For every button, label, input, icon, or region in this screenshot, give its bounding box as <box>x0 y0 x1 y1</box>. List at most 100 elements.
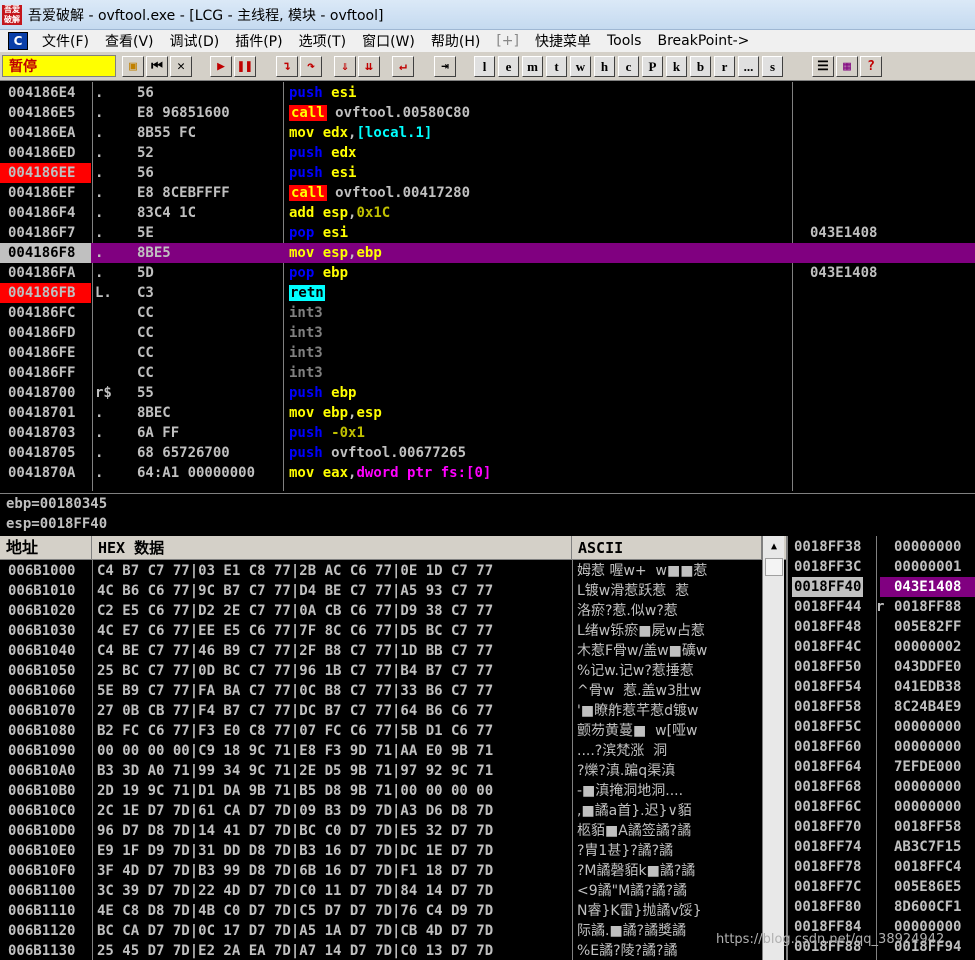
run-trace-window-button[interactable]: ... <box>738 56 759 77</box>
dump-row[interactable]: 006B1050 25 BC C7 77|0D BC C7 77|96 1B C7… <box>0 661 762 681</box>
menu-shortcut[interactable]: 快捷菜单 <box>527 31 599 51</box>
hex-dump-pane[interactable]: 地址 HEX 数据 ASCII ▲ 006B1000 C4 B7 C7 77|03… <box>0 536 786 960</box>
menu-debug[interactable]: 调试(D) <box>162 31 228 51</box>
dump-row[interactable]: 006B1040 C4 BE C7 77|46 B9 C7 77|2F B8 C7… <box>0 641 762 661</box>
stack-row[interactable]: 0018FF58 8C24B4E9 <box>788 697 975 717</box>
disasm-row[interactable]: 00418703. 6A FF push -0x1 <box>0 423 975 443</box>
stack-row[interactable]: 0018FF54 041EDB38 <box>788 677 975 697</box>
stack-row[interactable]: 0018FF70 0018FF58 <box>788 817 975 837</box>
disasm-row[interactable]: 004186EF. E8 8CEBFFFF call ovftool.0041728… <box>0 183 975 203</box>
app-icon[interactable]: 吾爱破解 <box>2 4 22 25</box>
dump-row[interactable]: 006B1070 27 0B CB 77|F4 B7 C7 77|DC B7 C7… <box>0 701 762 721</box>
menu-options[interactable]: 选项(T) <box>291 31 354 51</box>
disasm-row[interactable]: 00418705. 68 65726700 push ovftool.0067726… <box>0 443 975 463</box>
goto-icon[interactable]: ⇥ <box>434 56 456 77</box>
stack-row[interactable]: 0018FF68 00000000 <box>788 777 975 797</box>
patches-window-button[interactable]: P <box>642 56 663 77</box>
stack-row[interactable]: 0018FF7C 005E86E5 <box>788 877 975 897</box>
trace-into-icon[interactable]: ⇓ <box>334 56 356 77</box>
stack-row[interactable]: 0018FF5C 00000000 <box>788 717 975 737</box>
dump-row[interactable]: 006B1130 25 45 D7 7D|E2 2A EA 7D|A7 14 D7… <box>0 941 762 960</box>
stack-row[interactable]: 0018FF78 0018FFC4 <box>788 857 975 877</box>
dump-row[interactable]: 006B1060 5E B9 C7 77|FA BA C7 77|0C B8 C7… <box>0 681 762 701</box>
breakpoints-window-button[interactable]: b <box>690 56 711 77</box>
disasm-row[interactable]: 004186FC CC int3 <box>0 303 975 323</box>
disasm-row[interactable]: 004186E5. E8 96851600 call ovftool.00580C8… <box>0 103 975 123</box>
disasm-row[interactable]: 004186FF CC int3 <box>0 363 975 383</box>
threads-window-button[interactable]: t <box>546 56 567 77</box>
list-icon[interactable]: ☰ <box>812 56 834 77</box>
disasm-row[interactable]: 004186F4. 83C4 1C add esp,0x1C <box>0 203 975 223</box>
trace-over-icon[interactable]: ⇊ <box>358 56 380 77</box>
stack-row[interactable]: 0018FF3C 00000001 <box>788 557 975 577</box>
callstack-window-button[interactable]: k <box>666 56 687 77</box>
dump-header-hex[interactable]: HEX 数据 <box>92 536 572 560</box>
disasm-row[interactable]: 004186F7. 5E pop esi 043E1408 <box>0 223 975 243</box>
scroll-thumb[interactable] <box>765 558 783 576</box>
ollydbg-logo-icon[interactable]: C <box>8 32 28 50</box>
dump-row[interactable]: 006B10A0 B3 3D A0 71|99 34 9C 71|2E D5 9B… <box>0 761 762 781</box>
menu-file[interactable]: 文件(F) <box>34 31 97 51</box>
stack-row[interactable]: 0018FF74 AB3C7F15 <box>788 837 975 857</box>
stack-row[interactable]: 0018FF60 00000000 <box>788 737 975 757</box>
modules-window-button[interactable]: e <box>498 56 519 77</box>
dump-header-ascii[interactable]: ASCII <box>572 536 762 560</box>
disasm-row[interactable]: 004186F8. 8BE5 mov esp,ebp <box>0 243 975 263</box>
open-icon[interactable]: ▣ <box>122 56 144 77</box>
pause-icon[interactable]: ❚❚ <box>234 56 256 77</box>
menu-tools[interactable]: Tools <box>599 33 650 49</box>
stack-row[interactable]: 0018FF50 043DDFE0 <box>788 657 975 677</box>
dump-row[interactable]: 006B10B0 2D 19 9C 71|D1 DA 9B 71|B5 D8 9B… <box>0 781 762 801</box>
disasm-row[interactable]: 004186ED. 52 push edx <box>0 143 975 163</box>
dump-row[interactable]: 006B1110 4E C8 D8 7D|4B C0 D7 7D|C5 D7 D7… <box>0 901 762 921</box>
stack-pane[interactable]: 0018FF38 00000000 0018FF3C 00000001 0018FF40… <box>786 536 975 960</box>
scroll-up-icon[interactable]: ▲ <box>765 538 783 556</box>
disasm-row[interactable]: 00418700 r$ 55 push ebp <box>0 383 975 403</box>
step-into-icon[interactable]: ↴ <box>276 56 298 77</box>
stack-row[interactable]: 0018FF4C 00000002 <box>788 637 975 657</box>
menu-breakpoint[interactable]: BreakPoint-> <box>649 33 757 49</box>
stack-row[interactable]: 0018FF64 7EFDE000 <box>788 757 975 777</box>
menu-view[interactable]: 查看(V) <box>97 31 162 51</box>
disasm-row[interactable]: 0041870A. 64:A1 00000000 mov eax,dword ptr… <box>0 463 975 483</box>
dump-row[interactable]: 006B1120 BC CA D7 7D|0C 17 D7 7D|A5 1A D7… <box>0 921 762 941</box>
dump-header-address[interactable]: 地址 <box>0 536 92 560</box>
handles-window-button[interactable]: h <box>594 56 615 77</box>
windows-window-button[interactable]: w <box>570 56 591 77</box>
disasm-row[interactable]: 004186FD CC int3 <box>0 323 975 343</box>
cpu-window-button[interactable]: c <box>618 56 639 77</box>
run-icon[interactable]: ▶ <box>210 56 232 77</box>
stack-row[interactable]: 0018FF48 005E82FF <box>788 617 975 637</box>
references-window-button[interactable]: r <box>714 56 735 77</box>
stack-row[interactable]: 0018FF44 r 0018FF88 <box>788 597 975 617</box>
menu-plugins[interactable]: 插件(P) <box>227 31 290 51</box>
dump-row[interactable]: 006B10C0 2C 1E D7 7D|61 CA D7 7D|09 B3 D9… <box>0 801 762 821</box>
help-icon[interactable]: ? <box>860 56 882 77</box>
disasm-row[interactable]: 004186EA. 8B55 FC mov edx,[local.1] <box>0 123 975 143</box>
execute-till-return-icon[interactable]: ↵ <box>392 56 414 77</box>
disasm-row[interactable]: 004186EE. 56 push esi <box>0 163 975 183</box>
step-over-icon[interactable]: ↷ <box>300 56 322 77</box>
dump-row[interactable]: 006B10D0 96 D7 D8 7D|14 41 D7 7D|BC C0 D7… <box>0 821 762 841</box>
source-window-button[interactable]: s <box>762 56 783 77</box>
dump-row[interactable]: 006B10F0 3F 4D D7 7D|B3 99 D8 7D|6B 16 D7… <box>0 861 762 881</box>
disassembly-pane[interactable]: 004186E4. 56 push esi 004186E5. E8 96851600 c… <box>0 82 975 491</box>
dump-row[interactable]: 006B1080 B2 FC C6 77|F3 E0 C8 77|07 FC C6… <box>0 721 762 741</box>
log-window-button[interactable]: l <box>474 56 495 77</box>
disasm-row[interactable]: 00418701. 8BEC mov ebp,esp <box>0 403 975 423</box>
dump-row[interactable]: 006B1030 4C E7 C6 77|EE E5 C6 77|7F 8C C6… <box>0 621 762 641</box>
close-icon[interactable]: ✕ <box>170 56 192 77</box>
dump-scrollbar[interactable]: ▲ <box>762 536 784 960</box>
stack-row[interactable]: 0018FF80 8D600CF1 <box>788 897 975 917</box>
restart-icon[interactable]: ⏮ <box>146 56 168 77</box>
dump-row[interactable]: 006B1100 3C 39 D7 7D|22 4D D7 7D|C0 11 D7… <box>0 881 762 901</box>
disasm-row[interactable]: 004186E4. 56 push esi <box>0 83 975 103</box>
disasm-row[interactable]: 004186FA. 5D pop ebp 043E1408 <box>0 263 975 283</box>
dump-row[interactable]: 006B1020 C2 E5 C6 77|D2 2E C7 77|0A CB C6… <box>0 601 762 621</box>
disasm-row[interactable]: 004186FB L. C3 retn <box>0 283 975 303</box>
options-grid-icon[interactable]: ▦ <box>836 56 858 77</box>
menu-help[interactable]: 帮助(H) <box>423 31 488 51</box>
stack-row[interactable]: 0018FF40 043E1408 <box>788 577 975 597</box>
menu-expand[interactable]: [+] <box>488 33 527 49</box>
dump-row[interactable]: 006B1000 C4 B7 C7 77|03 E1 C8 77|2B AC C6… <box>0 561 762 581</box>
